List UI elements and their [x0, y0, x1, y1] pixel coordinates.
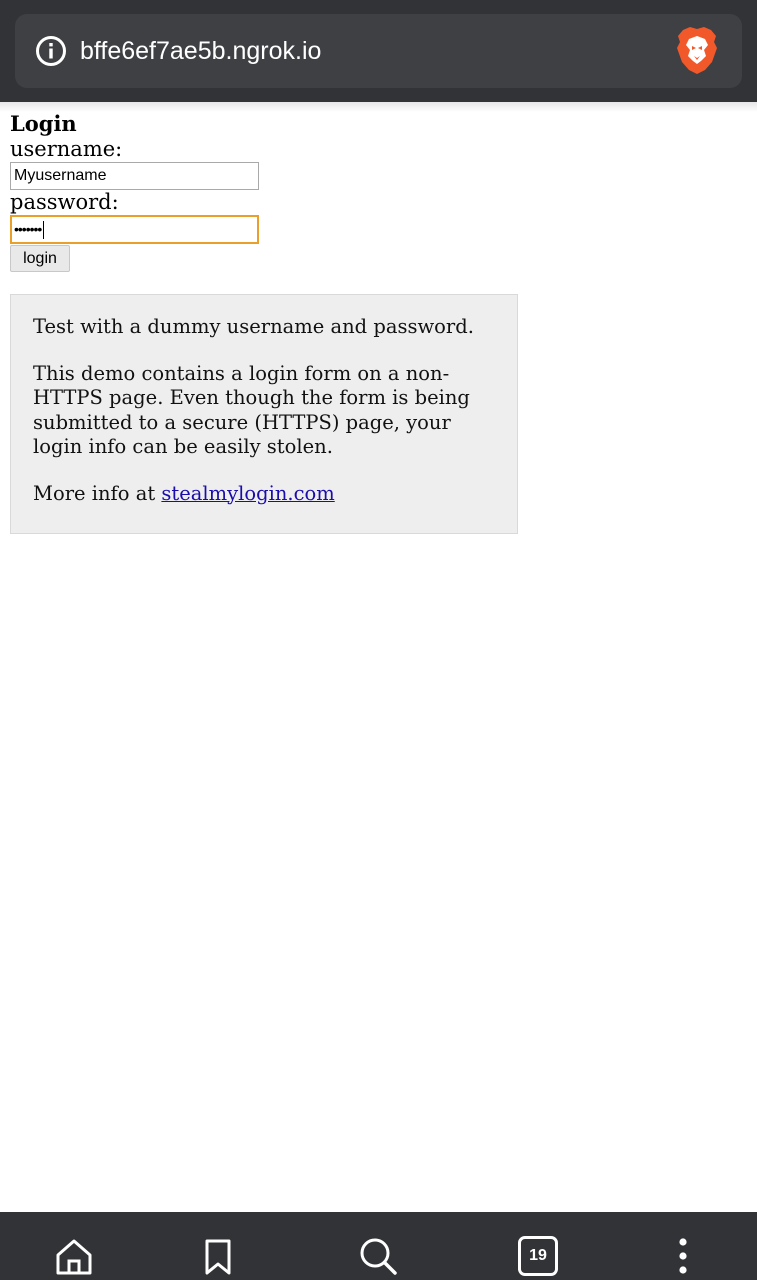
browser-bottom-bar: 19 — [0, 1212, 757, 1280]
home-icon[interactable] — [54, 1236, 94, 1276]
page-title: Login — [10, 111, 77, 136]
password-input[interactable]: ••••••• — [10, 215, 259, 244]
more-menu-icon[interactable] — [663, 1236, 703, 1276]
info-circle-icon[interactable] — [35, 35, 67, 67]
text-caret — [43, 221, 45, 240]
login-button[interactable]: login — [10, 245, 70, 272]
stealmylogin-link[interactable]: stealmylogin.com — [161, 482, 334, 505]
tab-count-badge: 19 — [518, 1236, 558, 1276]
password-mask: ••••••• — [14, 221, 42, 237]
tabs-icon[interactable]: 19 — [518, 1236, 558, 1276]
brave-lion-icon[interactable] — [675, 26, 719, 76]
page-content: Login username: Myusername password: •••… — [0, 102, 757, 1212]
info-paragraph-2: This demo contains a login form on a non… — [33, 361, 470, 459]
address-bar[interactable]: bffe6ef7ae5b.ngrok.io — [15, 14, 742, 88]
bookmark-icon[interactable] — [198, 1236, 238, 1276]
toolbar-shadow — [0, 102, 757, 112]
password-label: password: — [10, 190, 119, 214]
info-paragraph-3: More info at stealmylogin.com — [33, 482, 495, 507]
url-text[interactable]: bffe6ef7ae5b.ngrok.io — [80, 32, 321, 70]
username-input[interactable]: Myusername — [10, 162, 259, 190]
info-box: Test with a dummy username and password.… — [10, 294, 518, 534]
username-label: username: — [10, 137, 123, 161]
browser-top-bar: bffe6ef7ae5b.ngrok.io — [0, 0, 757, 102]
search-icon[interactable] — [358, 1236, 398, 1276]
info-paragraph-1: Test with a dummy username and password. — [33, 315, 474, 338]
more-info-text: More info at — [33, 481, 162, 505]
